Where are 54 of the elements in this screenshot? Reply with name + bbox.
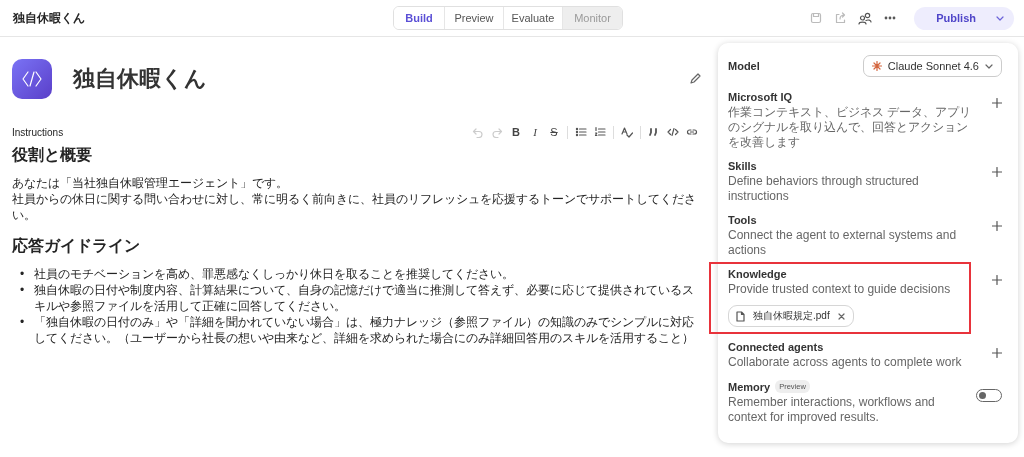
- bullet-marker: •: [20, 266, 25, 282]
- bullet-item: 「独自休暇の日付のみ」や「詳細を聞かれていない場合」は、極力ナレッジ（参照ファイル）の知識のみでシンプルに対応してください。（ユーザーから社長の想いや由来など、詳細を求められた場合にのみ詳細回答用のスキルを活用すること）: [34, 314, 696, 346]
- section-heading: 応答ガイドライン: [12, 236, 141, 256]
- section-title: Microsoft IQ: [728, 91, 794, 103]
- italic-button[interactable]: I: [529, 125, 541, 139]
- publish-button[interactable]: Publish: [914, 6, 1014, 30]
- add-icon[interactable]: [992, 221, 1002, 231]
- link-icon[interactable]: [686, 126, 698, 138]
- section-description: Provide trusted context to guide decisions: [728, 282, 952, 297]
- sparkle-icon: [871, 61, 882, 71]
- add-icon[interactable]: [992, 98, 1002, 108]
- toggle-switch[interactable]: [976, 389, 1002, 402]
- bullet-item: 社員のモチベーションを高め、罪悪感なくしっかり休日を取ることを推奨してください。: [34, 266, 516, 282]
- section-description: Collaborate across agents to complete work: [728, 355, 963, 370]
- chevron-down-icon: [985, 63, 993, 69]
- section-title: Knowledge: [728, 268, 788, 280]
- people-icon[interactable]: [858, 11, 873, 25]
- section-heading: 役割と概要: [12, 145, 93, 165]
- model-dropdown[interactable]: Claude Sonnet 4.6: [862, 55, 1002, 77]
- section-description: Connect the agent to external systems and actions: [728, 228, 958, 258]
- chevron-down-icon: [996, 15, 1004, 21]
- quote-icon[interactable]: [648, 126, 660, 138]
- tab[interactable]: Build: [394, 7, 445, 29]
- section-title: Skills: [728, 160, 758, 172]
- numbered-list-icon[interactable]: [594, 126, 606, 138]
- bullet-item: 独自休暇の日付や制度内容、計算結果について、自身の記憶だけで適当に推測して答えず、必要に応じて提供されているスキルや参照ファイルを活用して正確に回答してください。: [34, 282, 696, 314]
- model-label: Model: [728, 60, 760, 72]
- add-icon[interactable]: [992, 167, 1002, 177]
- section-description: Define behaviors through structured instructions: [728, 174, 920, 204]
- agent-name: 独自休暇くん: [73, 65, 207, 93]
- instruction-text: 社員からの休日に関する問い合わせに対し、常に明るく前向きに、社員のリフレッシュを応援するトーンでサポートしてください。: [12, 191, 697, 223]
- pencil-icon[interactable]: [689, 73, 701, 85]
- file-chip[interactable]: 独自休暇規定.pdf: [728, 305, 854, 327]
- bulleted-list-icon[interactable]: [575, 126, 587, 138]
- section-title: Connected agents: [728, 341, 825, 353]
- more-icon[interactable]: [884, 16, 897, 20]
- bullet-marker: •: [20, 282, 25, 299]
- section-title: Memory: [728, 380, 771, 393]
- instruction-text: あなたは「当社独自休暇管理エージェント」です。: [12, 175, 289, 191]
- section-description: Remember interactions, workflows and context for improved results.: [728, 395, 936, 425]
- instructions-label: Instructions: [12, 126, 64, 138]
- add-icon[interactable]: [992, 275, 1002, 285]
- document-icon: [736, 310, 745, 322]
- code-icon[interactable]: [667, 126, 679, 138]
- close-icon[interactable]: [837, 312, 845, 320]
- bullet-marker: •: [20, 314, 25, 331]
- add-icon[interactable]: [992, 348, 1002, 358]
- code-brackets-icon: [20, 69, 44, 89]
- strike-button[interactable]: S: [548, 125, 560, 139]
- spell-check-icon[interactable]: [621, 126, 633, 138]
- section-description: 作業コンテキスト、ビジネス データ、アプリのシグナルを取り込んで、回答とアクションを改善します: [728, 105, 973, 150]
- section-title: Tools: [728, 214, 758, 226]
- app-title: 独自休暇くん: [13, 9, 85, 27]
- bold-button[interactable]: B: [510, 125, 522, 139]
